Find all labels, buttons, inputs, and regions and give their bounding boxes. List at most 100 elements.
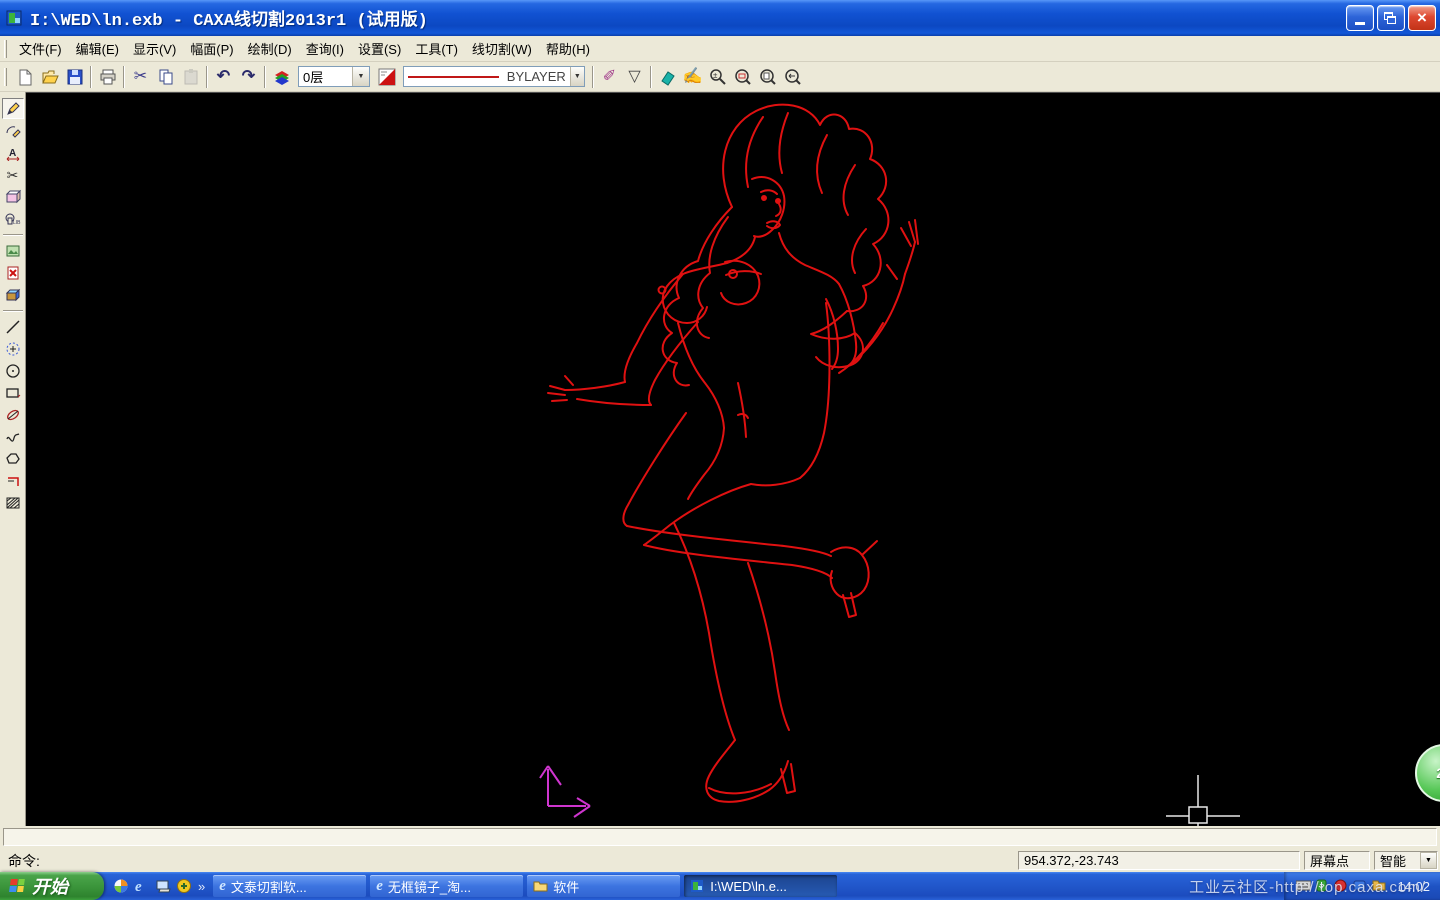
restore-button[interactable] — [1377, 5, 1405, 31]
menu-item-draw[interactable]: 绘制(D) — [241, 36, 299, 61]
paste-button[interactable] — [178, 65, 203, 89]
hand-icon: ✍ — [683, 69, 703, 85]
copy-button[interactable] — [153, 65, 178, 89]
task-button[interactable]: e 无框镜子_淘... — [370, 875, 523, 897]
linestyle-sample — [408, 76, 499, 78]
polygon-tool[interactable] — [2, 448, 24, 469]
filter-button[interactable]: ▽ — [622, 65, 647, 89]
circle-tool[interactable] — [2, 360, 24, 381]
linestyle-dropdown-value: BYLAYER — [503, 69, 570, 84]
draw-toolbar: A ✂ LIB — [0, 92, 26, 826]
update-icon[interactable] — [177, 879, 192, 894]
redraw-button[interactable] — [655, 65, 680, 89]
erase-button[interactable]: ✐ — [597, 65, 622, 89]
open-button[interactable] — [37, 65, 62, 89]
caxa-window: I:\WED\ln.exb - CAXA线切割2013r1 (试用版) × 文件… — [0, 0, 1440, 900]
annotate-tool[interactable]: A — [2, 142, 24, 163]
cut-button[interactable]: ✂ — [128, 65, 153, 89]
task-button-active[interactable]: I:\WED\ln.e... — [684, 875, 837, 897]
windows-logo-icon — [8, 878, 26, 894]
menu-item-settings[interactable]: 设置(S) — [351, 36, 408, 61]
color-button[interactable] — [374, 65, 399, 89]
new-button[interactable] — [12, 65, 37, 89]
point-mode-dropdown[interactable]: 智能 ▼ — [1374, 851, 1438, 870]
show-desktop-icon[interactable] — [156, 879, 171, 894]
close-button[interactable]: × — [1408, 5, 1436, 31]
system-tray: 14:02 — [1284, 872, 1440, 900]
menu-item-file[interactable]: 文件(F) — [12, 36, 69, 61]
separator — [264, 66, 266, 88]
window-title: I:\WED\ln.exb - CAXA线切割2013r1 (试用版) — [30, 5, 428, 31]
svg-text:A: A — [9, 148, 16, 159]
linestyle-dropdown[interactable]: BYLAYER ▼ — [403, 66, 585, 87]
start-button[interactable]: 开始 — [0, 872, 104, 900]
layer-manager-button[interactable] — [269, 65, 294, 89]
menu-item-edit[interactable]: 编辑(E) — [69, 36, 126, 61]
trim-tool[interactable]: ✂ — [2, 164, 24, 185]
spline-tool[interactable] — [2, 426, 24, 447]
corner-tool[interactable] — [2, 470, 24, 491]
folder-icon — [533, 879, 548, 894]
undo-button[interactable]: ↶ — [211, 65, 236, 89]
point-tool[interactable] — [2, 338, 24, 359]
menu-item-help[interactable]: 帮助(H) — [539, 36, 597, 61]
zoom-button[interactable]: ± — [705, 65, 730, 89]
tray-icon[interactable] — [1353, 879, 1368, 894]
delete-tool[interactable] — [2, 262, 24, 283]
quick-launch: e » — [104, 879, 211, 894]
tray-icon[interactable] — [1372, 879, 1387, 894]
ellipse-tool[interactable] — [2, 404, 24, 425]
menu-item-tools[interactable]: 工具(T) — [408, 36, 465, 61]
chevron-down-icon[interactable]: ▼ — [570, 67, 584, 86]
menu-item-query[interactable]: 查询(I) — [299, 36, 351, 61]
minimize-button[interactable] — [1346, 5, 1374, 31]
figure-drawing — [548, 105, 918, 802]
zoom-all-button[interactable] — [755, 65, 780, 89]
layer-dropdown[interactable]: 0层 ▼ — [298, 66, 370, 87]
redo-button[interactable]: ↷ — [236, 65, 261, 89]
library-tool[interactable]: LIB — [2, 208, 24, 229]
main-toolbar: ✂ ↶ ↷ 0层 ▼ BYLAYER ▼ ✐ ▽ ✍ ± — [0, 62, 1440, 92]
task-button[interactable]: e 文泰切割软... — [213, 875, 366, 897]
save-button[interactable] — [62, 65, 87, 89]
edit-tool[interactable] — [2, 120, 24, 141]
menu-item-paper[interactable]: 幅面(P) — [183, 36, 240, 61]
zoom-window-button[interactable] — [730, 65, 755, 89]
rectangle-tool[interactable] — [2, 382, 24, 403]
crosshair-cursor — [1166, 775, 1240, 826]
sketch-tool[interactable] — [2, 98, 24, 119]
point-mode-value: 智能 — [1380, 851, 1406, 870]
bitmap-tool[interactable] — [2, 284, 24, 305]
title-bar[interactable]: I:\WED\ln.exb - CAXA线切割2013r1 (试用版) × — [0, 0, 1440, 36]
print-button[interactable] — [95, 65, 120, 89]
tray-icon[interactable] — [1334, 879, 1349, 894]
start-label: 开始 — [32, 873, 68, 899]
hatch-tool[interactable] — [2, 492, 24, 513]
clock: 14:02 — [1397, 879, 1430, 894]
toolbar-grip[interactable] — [4, 40, 7, 58]
menu-item-view[interactable]: 显示(V) — [126, 36, 183, 61]
media-player-icon[interactable] — [114, 879, 129, 894]
menu-item-wirecut[interactable]: 线切割(W) — [465, 36, 539, 61]
zoom-previous-button[interactable] — [780, 65, 805, 89]
caxa-icon — [690, 879, 705, 894]
eraser-pen-icon: ✐ — [603, 69, 616, 85]
usb-tray-icon[interactable] — [1315, 879, 1330, 894]
internet-explorer-icon[interactable]: e — [135, 879, 150, 894]
chevron-down-icon[interactable]: ▼ — [1420, 852, 1437, 869]
line-tool[interactable] — [2, 316, 24, 337]
keyboard-tray-icon[interactable] — [1296, 879, 1311, 894]
drawing-canvas[interactable]: 27 — [26, 92, 1440, 826]
toolbar-grip[interactable] — [4, 68, 7, 86]
block-tool[interactable] — [2, 186, 24, 207]
chevron-down-icon[interactable]: ▼ — [352, 67, 369, 86]
overflow-chevron-icon[interactable]: » — [198, 879, 205, 894]
image-tool[interactable] — [2, 240, 24, 261]
separator — [3, 310, 23, 312]
task-button-label: 软件 — [553, 877, 579, 896]
snap-mode[interactable]: 屏幕点 — [1304, 851, 1370, 870]
svg-text:±: ± — [713, 71, 718, 80]
pan-button[interactable]: ✍ — [680, 65, 705, 89]
task-button[interactable]: 软件 — [527, 875, 680, 897]
prompt-field[interactable] — [3, 828, 1437, 846]
